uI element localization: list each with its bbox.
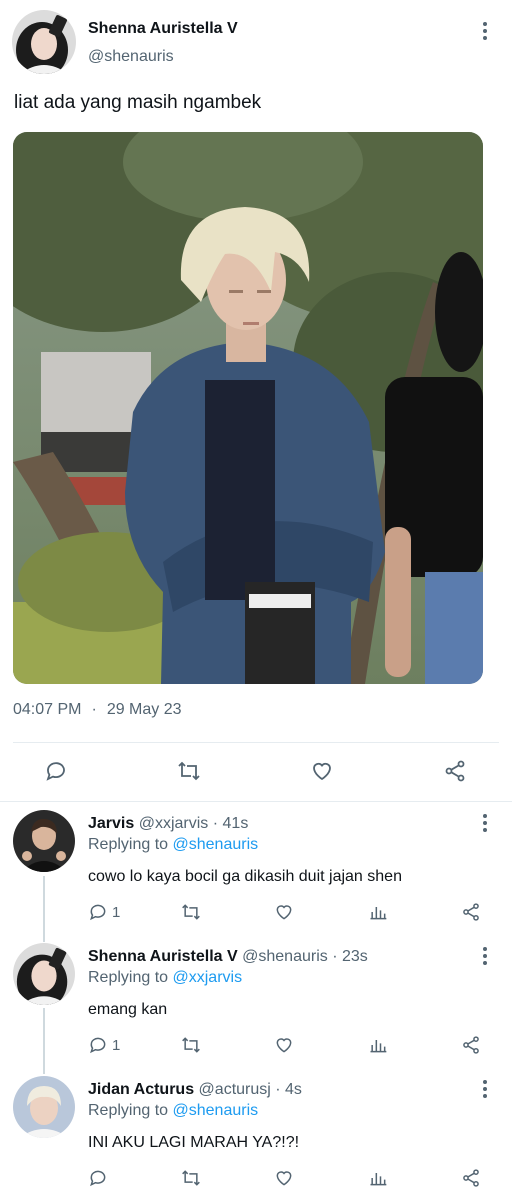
like-icon[interactable] <box>274 901 294 923</box>
reply-header: Shenna Auristella V @shenauris · 23s <box>88 948 368 966</box>
reply-icon <box>90 1037 106 1054</box>
replying-prefix: Replying to <box>88 836 169 853</box>
reply-handle-time[interactable]: @xxjarvis · 41s <box>139 815 249 832</box>
reply-icon <box>90 1170 106 1187</box>
more-icon[interactable] <box>475 21 495 41</box>
reply-count: 1 <box>112 903 121 921</box>
analytics-icon[interactable] <box>368 1167 388 1189</box>
retweet-icon[interactable] <box>180 901 202 923</box>
replying-prefix: Replying to <box>88 1102 169 1119</box>
reply-avatar[interactable] <box>13 810 75 872</box>
replying-to: Replying to @shenauris <box>88 836 258 854</box>
reply-count: 1 <box>112 1036 121 1054</box>
share-icon[interactable] <box>461 901 481 923</box>
like-icon[interactable] <box>308 757 336 785</box>
reply-button[interactable] <box>88 1167 112 1189</box>
more-icon[interactable] <box>475 1079 495 1099</box>
tweet-date: 29 May 23 <box>106 701 182 718</box>
reply-header: Jarvis @xxjarvis · 41s <box>88 815 248 833</box>
share-icon[interactable] <box>461 1034 481 1056</box>
analytics-icon[interactable] <box>368 901 388 923</box>
author-name[interactable]: Shenna Auristella V <box>88 20 238 38</box>
retweet-icon[interactable] <box>175 757 203 785</box>
tweet-time: 04:07 PM <box>13 701 82 718</box>
main-tweet: Shenna Auristella V @shenauris liat ada … <box>0 0 512 802</box>
reply-author-name[interactable]: Jidan Acturus <box>88 1081 194 1098</box>
more-icon[interactable] <box>475 813 495 833</box>
tweet-timestamp: 04:07 PM · 29 May 23 <box>13 701 182 719</box>
reply-button[interactable]: 1 <box>88 901 120 923</box>
like-icon[interactable] <box>274 1167 294 1189</box>
reply-text: emang kan <box>88 1001 168 1018</box>
more-icon[interactable] <box>475 946 495 966</box>
replying-to: Replying to @xxjarvis <box>88 969 242 987</box>
reply-icon[interactable] <box>42 757 70 785</box>
divider <box>13 742 499 743</box>
reply-author-name[interactable]: Jarvis <box>88 815 134 832</box>
replying-prefix: Replying to <box>88 969 169 986</box>
reply-author-name[interactable]: Shenna Auristella V <box>88 948 238 965</box>
replying-to: Replying to @shenauris <box>88 1102 258 1120</box>
reply-handle-time[interactable]: @shenauris · 23s <box>242 948 368 965</box>
share-icon[interactable] <box>461 1167 481 1189</box>
share-icon[interactable] <box>441 757 469 785</box>
retweet-icon[interactable] <box>180 1167 202 1189</box>
tweet-photo[interactable] <box>13 132 483 684</box>
replying-to-link[interactable]: @shenauris <box>173 1102 259 1119</box>
thread-line <box>43 876 45 942</box>
author-avatar[interactable] <box>12 10 76 74</box>
analytics-icon[interactable] <box>368 1034 388 1056</box>
reply-header: Jidan Acturus @acturusj · 4s <box>88 1081 302 1099</box>
divider <box>0 801 512 802</box>
author-handle[interactable]: @shenauris <box>88 48 174 66</box>
replying-to-link[interactable]: @xxjarvis <box>173 969 243 986</box>
tweet-text: liat ada yang masih ngambek <box>14 92 262 113</box>
reply-icon <box>90 904 106 921</box>
retweet-icon[interactable] <box>180 1034 202 1056</box>
reply-avatar[interactable] <box>13 1076 75 1138</box>
thread-line <box>43 1008 45 1074</box>
reply-avatar[interactable] <box>13 943 75 1005</box>
reply-button[interactable]: 1 <box>88 1034 120 1056</box>
reply-text: INI AKU LAGI MARAH YA?!?! <box>88 1134 300 1151</box>
meta-separator: · <box>91 701 97 718</box>
reply-text: cowo lo kaya bocil ga dikasih duit jajan… <box>88 868 402 885</box>
reply-handle-time[interactable]: @acturusj · 4s <box>199 1081 302 1098</box>
like-icon[interactable] <box>274 1034 294 1056</box>
replying-to-link[interactable]: @shenauris <box>173 836 259 853</box>
